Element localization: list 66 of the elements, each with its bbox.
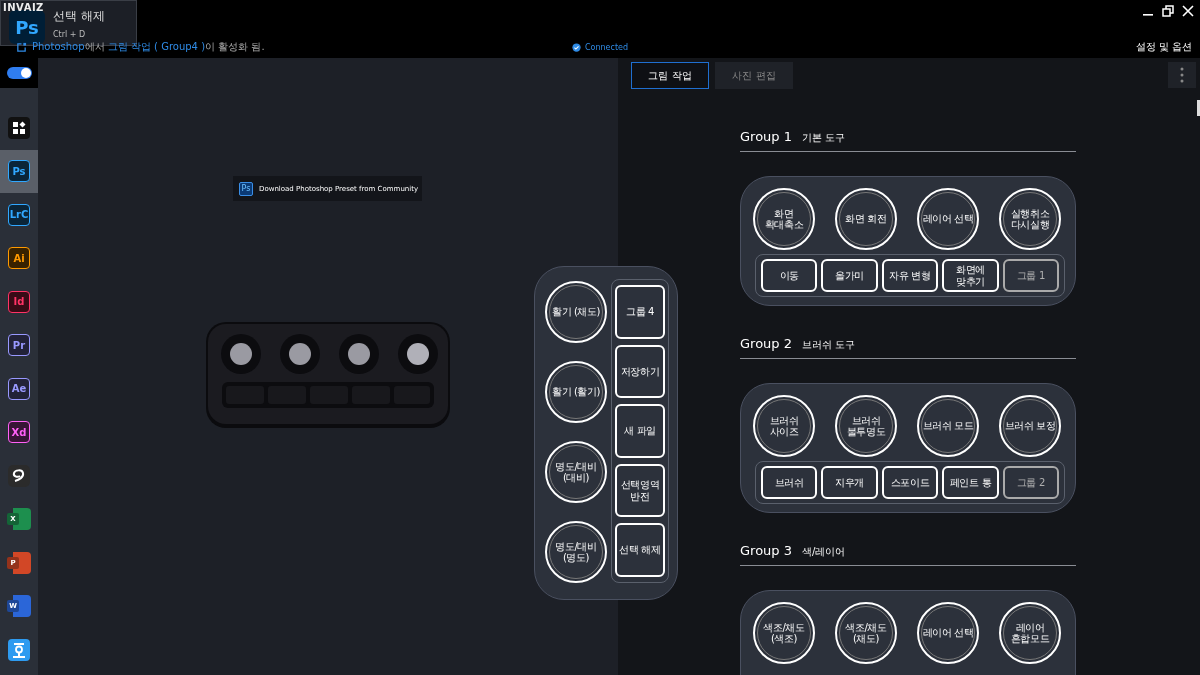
key-button[interactable]: 이동 [761, 259, 818, 292]
key-button[interactable]: 올가미 [821, 259, 878, 292]
brand-logo: INVAIZ [3, 2, 44, 13]
key-button[interactable]: 그룹 4 [615, 285, 665, 339]
app-logo-icon: LrC [8, 203, 30, 226]
notification-title: 선택 해제 [53, 7, 105, 25]
dial-button[interactable]: 브러쉬 보정 [999, 395, 1061, 457]
dial-button[interactable]: 레이어 혼합모드 [999, 602, 1061, 664]
dial-button[interactable]: 색조/채도 (색조) [753, 602, 815, 664]
dial-button[interactable]: 활기 (활기) [545, 361, 607, 423]
key-button[interactable]: 새 파일 [615, 404, 665, 458]
shortcut-text: Ctrl + D [53, 29, 87, 39]
dial-button[interactable]: 명도/대비 (대비) [545, 441, 607, 503]
app-item[interactable]: LrC [0, 193, 38, 237]
dial-button[interactable]: 브러쉬 불투명도 [835, 395, 897, 457]
app-item[interactable]: Pr [0, 323, 38, 367]
key-button[interactable]: 저장하기 [615, 344, 665, 399]
key-button[interactable]: 자유 변형 [881, 259, 939, 292]
key-button[interactable]: 스포이드 [881, 466, 939, 499]
photoshop-icon: Ps [239, 181, 253, 196]
app-item[interactable]: Ai [0, 236, 38, 280]
app-logo-icon: Xd [8, 421, 30, 444]
app-logo-icon: Id [8, 290, 30, 313]
dial-button[interactable]: 브러쉬 모드 [917, 395, 979, 457]
key-button[interactable]: 그룹 1 [1002, 259, 1060, 292]
key-button[interactable]: 브러쉬 [761, 466, 818, 499]
power-toggle[interactable] [6, 67, 32, 79]
group-number: Group 3 [740, 543, 792, 558]
app-logo-icon: Pr [8, 334, 30, 357]
dial-button[interactable]: 명도/대비 (명도) [545, 521, 607, 583]
key-button[interactable]: 지우개 [821, 466, 878, 499]
swirl-icon [8, 464, 30, 487]
key-button[interactable]: 그룹 2 [1002, 466, 1060, 499]
close-icon[interactable] [1182, 5, 1194, 17]
dial-button[interactable]: 실행취소 다시실행 [999, 188, 1061, 250]
group-number: Group 2 [740, 336, 792, 351]
key-button[interactable]: 선택영역 반전 [615, 463, 665, 518]
tab[interactable]: 그림 작업 [631, 62, 709, 89]
dial-button[interactable]: 레이어 선택 [917, 188, 979, 250]
dial-button[interactable]: 화면 확대축소 [753, 188, 815, 250]
app-logo-icon: Ai [8, 247, 30, 270]
key-button[interactable]: 화면에 맞추기 [942, 259, 999, 292]
key-button[interactable]: 페인트 통 [942, 466, 999, 499]
app-item[interactable]: Xd [0, 410, 38, 454]
dial-button[interactable]: 색조/채도 (채도) [835, 602, 897, 664]
dial-button[interactable]: 레이어 선택 [917, 602, 979, 664]
tab[interactable]: 사진 편집 [715, 62, 793, 89]
scrollbar[interactable] [1197, 100, 1200, 116]
key-button[interactable]: 선택 해제 [615, 523, 665, 577]
restore-icon[interactable] [1162, 5, 1174, 17]
group-name: 기본 도구 [802, 131, 846, 145]
app-logo-icon: Ps [8, 160, 30, 183]
dial-button[interactable]: 활기 (채도) [545, 281, 607, 343]
dial-button[interactable]: 브러쉬 사이즈 [753, 395, 815, 457]
group-number: Group 1 [740, 129, 792, 144]
app-item[interactable]: Id [0, 280, 38, 324]
dial-button[interactable]: 화면 회전 [835, 188, 897, 250]
app-item[interactable]: Ae [0, 367, 38, 411]
group-name: 브러쉬 도구 [802, 338, 856, 352]
external-link-icon [16, 41, 27, 53]
connection-status: Connected [584, 42, 629, 52]
widgets-icon [8, 116, 30, 139]
app-logo-icon: Ae [8, 377, 30, 400]
app-item[interactable]: Ps [0, 149, 38, 193]
group-name: 색/레이어 [802, 545, 846, 559]
settings-link[interactable]: 설정 및 옵션 [1135, 40, 1192, 54]
